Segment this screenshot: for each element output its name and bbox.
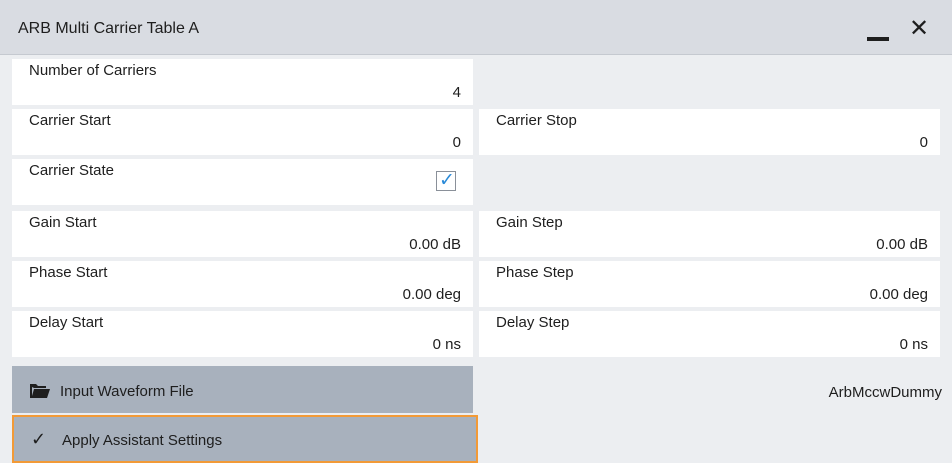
carrier-stop-field[interactable]: Carrier Stop 0: [479, 109, 940, 155]
field-value: 4: [452, 84, 461, 101]
field-value: 0.00 deg: [869, 286, 928, 303]
field-label: Phase Step: [496, 264, 574, 281]
field-label: Carrier Start: [29, 112, 111, 129]
field-label: Carrier Stop: [496, 112, 577, 129]
close-icon[interactable]: ✕: [908, 17, 930, 41]
minimize-icon[interactable]: [867, 37, 889, 41]
field-label: Number of Carriers: [29, 62, 157, 79]
field-label: Gain Start: [29, 214, 97, 231]
field-value: 0: [452, 134, 461, 151]
carrier-state-field: Carrier State: [12, 159, 473, 205]
field-value: 0.00 dB: [876, 236, 928, 253]
apply-assistant-settings-button[interactable]: ✓ Apply Assistant Settings: [12, 415, 478, 463]
dialog-title: ARB Multi Carrier Table A: [18, 20, 200, 37]
waveform-file-name: ArbMccwDummy: [828, 384, 942, 401]
delay-step-field[interactable]: Delay Step 0 ns: [479, 311, 940, 357]
folder-icon: [30, 384, 50, 398]
field-value: 0.00 dB: [409, 236, 461, 253]
multi-carrier-table-dialog: ARB Multi Carrier Table A ✕ Number of Ca…: [0, 0, 952, 463]
button-label: Apply Assistant Settings: [62, 432, 223, 449]
button-label: Input Waveform File: [60, 383, 194, 400]
title-bar: ARB Multi Carrier Table A ✕: [0, 0, 952, 55]
check-icon: ✓: [31, 429, 47, 449]
number-of-carriers-field[interactable]: Number of Carriers 4: [12, 59, 473, 105]
carrier-state-checkbox[interactable]: ✓: [436, 170, 456, 191]
field-label: Gain Step: [496, 214, 563, 231]
phase-step-field[interactable]: Phase Step 0.00 deg: [479, 261, 940, 307]
field-value: 0 ns: [432, 336, 461, 353]
field-value: 0 ns: [899, 336, 928, 353]
field-label: Carrier State: [29, 162, 115, 179]
field-label: Phase Start: [29, 264, 108, 281]
gain-start-field[interactable]: Gain Start 0.00 dB: [12, 211, 473, 257]
input-waveform-file-button[interactable]: Input Waveform File: [12, 366, 473, 413]
gain-step-field[interactable]: Gain Step 0.00 dB: [479, 211, 940, 257]
delay-start-field[interactable]: Delay Start 0 ns: [12, 311, 473, 357]
field-value: 0: [919, 134, 928, 151]
carrier-start-field[interactable]: Carrier Start 0: [12, 109, 473, 155]
field-label: Delay Start: [29, 314, 104, 331]
checkmark-icon: ✓: [439, 170, 455, 191]
field-value: 0.00 deg: [402, 286, 461, 303]
field-label: Delay Step: [496, 314, 570, 331]
phase-start-field[interactable]: Phase Start 0.00 deg: [12, 261, 473, 307]
